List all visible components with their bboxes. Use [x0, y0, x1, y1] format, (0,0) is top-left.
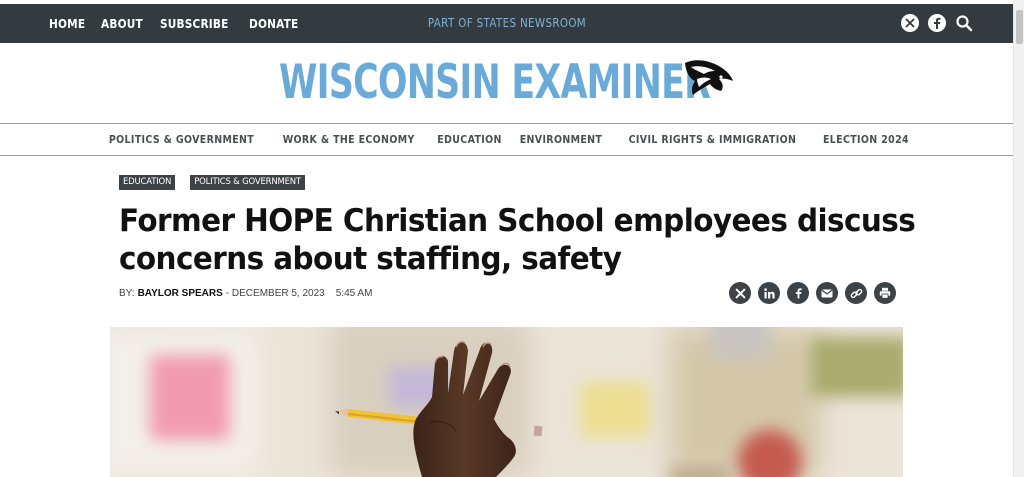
share-x-icon[interactable] [729, 282, 751, 304]
top-social-icons [901, 14, 973, 32]
section-politics-government[interactable]: POLITICS & GOVERNMENT [109, 133, 254, 146]
article-headline: Former HOPE Christian School employees d… [119, 202, 916, 278]
section-civil-rights-immigration[interactable]: CIVIL RIGHTS & IMMIGRATION [628, 133, 796, 146]
author-link[interactable]: BAYLOR SPEARS [138, 288, 223, 299]
share-link-icon[interactable] [845, 282, 867, 304]
share-linkedin-icon[interactable] [758, 282, 780, 304]
headline-line-2: concerns about staffing, safety [119, 241, 622, 277]
share-buttons [729, 282, 896, 304]
byline-label: BY: [119, 288, 135, 299]
publish-date: - DECEMBER 5, 2023 [225, 288, 325, 299]
headline-line-1: Former HOPE Christian School employees d… [119, 203, 916, 239]
states-newsroom-link[interactable]: PART OF STATES NEWSROOM [0, 16, 1013, 30]
tag-education[interactable]: EDUCATION [119, 175, 176, 190]
share-email-icon[interactable] [816, 282, 838, 304]
x-icon[interactable] [901, 14, 919, 32]
section-environment[interactable]: ENVIRONMENT [520, 133, 603, 146]
search-icon[interactable] [955, 14, 973, 32]
tag-politics-government[interactable]: POLITICS & GOVERNMENT [190, 175, 305, 190]
section-nav: POLITICS & GOVERNMENT WORK & THE ECONOMY… [0, 123, 1013, 156]
article-hero-image [110, 327, 903, 477]
badger-logo-icon [685, 60, 733, 95]
article-tags: EDUCATION POLITICS & GOVERNMENT [119, 175, 305, 190]
raised-hand-with-pencil-photo [110, 327, 903, 477]
scrollbar-thumb[interactable] [1016, 10, 1023, 44]
top-bar: HOME ABOUT SUBSCRIBE DONATE PART OF STAT… [0, 4, 1013, 43]
section-work-economy[interactable]: WORK & THE ECONOMY [283, 133, 415, 146]
share-print-icon[interactable] [874, 282, 896, 304]
site-logo[interactable]: WISCONSIN EXAMINER [279, 55, 711, 110]
masthead: WISCONSIN EXAMINER [0, 43, 1013, 123]
byline: BY: BAYLOR SPEARS - DECEMBER 5, 2023 5:4… [119, 288, 372, 299]
page-scrollbar[interactable] [1013, 0, 1024, 477]
section-election-2024[interactable]: ELECTION 2024 [823, 133, 909, 146]
publish-time: 5:45 AM [335, 288, 373, 299]
facebook-icon[interactable] [928, 14, 946, 32]
share-facebook-icon[interactable] [787, 282, 809, 304]
section-education[interactable]: EDUCATION [437, 133, 502, 146]
